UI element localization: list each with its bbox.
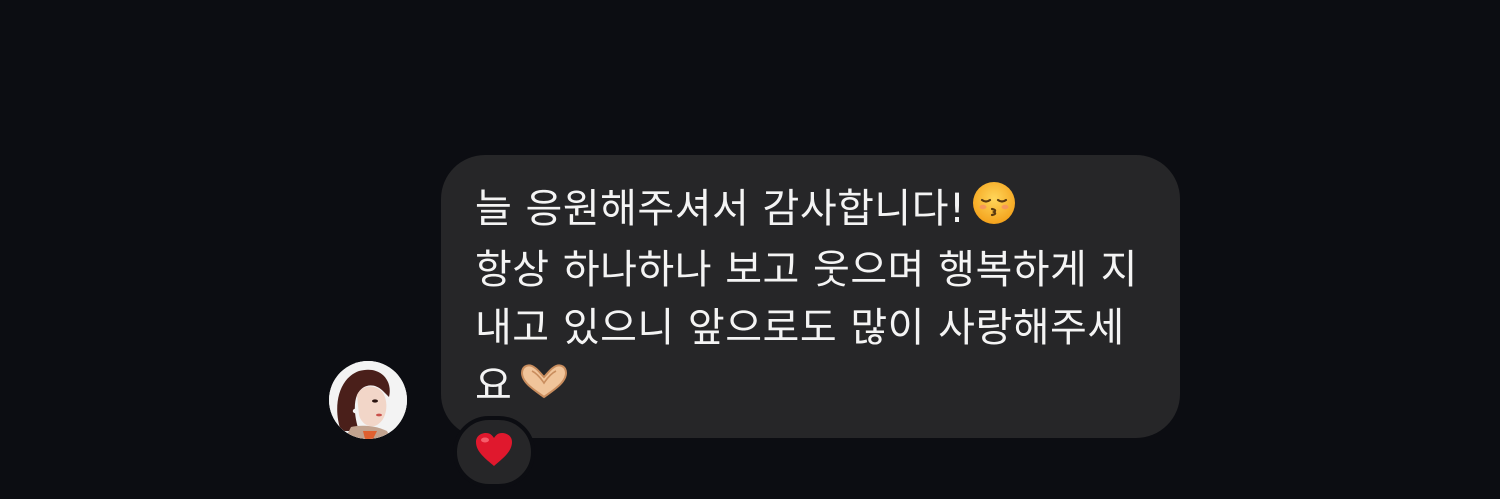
red-heart-icon bbox=[474, 432, 514, 472]
message-line-3: 내고 있으니 앞으로도 많이 사랑해주세 bbox=[475, 305, 1125, 351]
message-line-1: 늘 응원해주셔서 감사합니다! bbox=[475, 180, 1150, 241]
message-line-2: 항상 하나하나 보고 웃으며 행복하게 지 bbox=[475, 247, 1138, 293]
heart-hands-icon bbox=[518, 359, 570, 417]
message-line-4: 요 bbox=[475, 357, 1150, 417]
avatar-photo bbox=[329, 361, 407, 439]
kissing-face-with-closed-eyes-icon bbox=[972, 181, 1016, 241]
message-bubble[interactable]: 늘 응원해주셔서 감사합니다! 항상 하나하나 보고 웃으며 행복하게 지 내고… bbox=[441, 155, 1180, 438]
avatar[interactable] bbox=[329, 361, 407, 439]
chat-screen: 늘 응원해주셔서 감사합니다! 항상 하나하나 보고 웃으며 행복하게 지 내고… bbox=[0, 0, 1500, 499]
reaction-badge[interactable] bbox=[453, 416, 535, 488]
